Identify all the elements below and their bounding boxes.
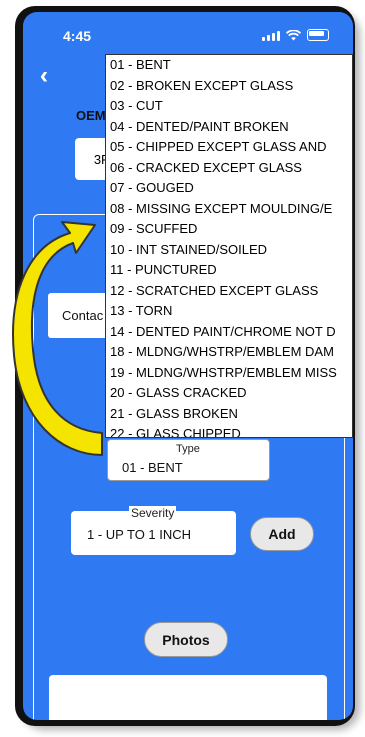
annotation-arrow-icon (12, 221, 103, 456)
